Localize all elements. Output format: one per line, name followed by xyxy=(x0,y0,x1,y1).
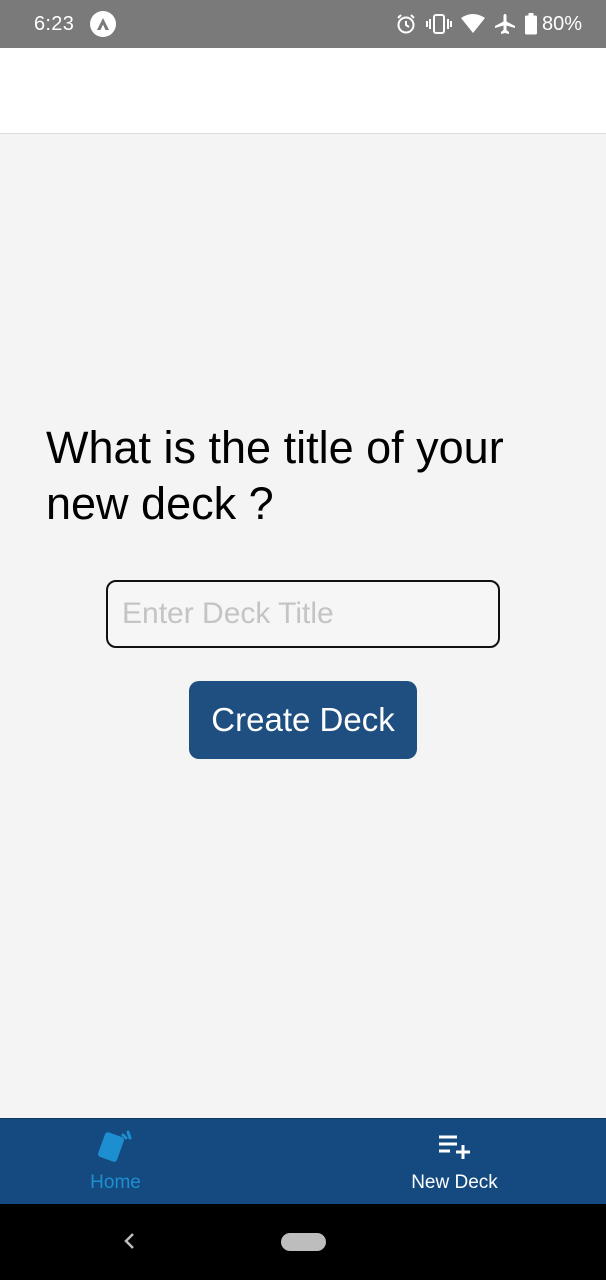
home-pill-icon[interactable] xyxy=(281,1233,326,1251)
tab-new-deck[interactable]: New Deck xyxy=(303,1119,606,1204)
system-nav-bar xyxy=(0,1204,606,1280)
airplane-icon xyxy=(494,13,516,35)
new-deck-screen: What is the title of your new deck ? Cre… xyxy=(0,134,606,1118)
vibrate-icon xyxy=(425,13,452,35)
status-icons: 80% xyxy=(395,13,582,36)
tab-home-label: Home xyxy=(90,1172,141,1193)
wifi-icon xyxy=(460,14,485,34)
battery-icon xyxy=(524,13,537,35)
create-deck-button[interactable]: Create Deck xyxy=(189,681,417,759)
app-notification-icon xyxy=(90,11,117,37)
status-bar: 6:23 80% xyxy=(0,0,606,48)
app-header xyxy=(0,48,606,134)
status-time: 6:23 xyxy=(34,12,75,35)
alarm-icon xyxy=(395,13,417,35)
deck-title-input[interactable] xyxy=(106,580,500,648)
deck-title-question: What is the title of your new deck ? xyxy=(46,422,504,529)
back-icon[interactable] xyxy=(122,1230,136,1257)
tab-new-deck-label: New Deck xyxy=(411,1172,498,1193)
playlist-add-icon xyxy=(437,1126,473,1166)
cards-icon xyxy=(97,1126,135,1166)
tab-home[interactable]: Home xyxy=(0,1119,267,1204)
battery-percentage: 80% xyxy=(541,12,582,35)
bottom-tab-bar: Home New Deck xyxy=(0,1118,606,1204)
